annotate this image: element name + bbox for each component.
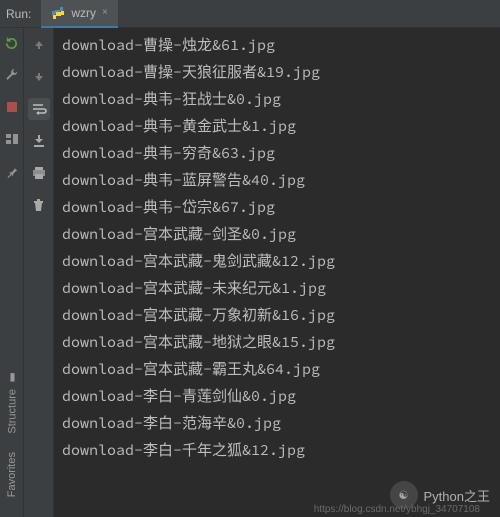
console-line: download-宫本武藏-鬼剑武藏&12.jpg <box>62 248 500 275</box>
run-tab-wzry[interactable]: wzry × <box>41 0 118 28</box>
favorites-tab[interactable]: Favorites <box>4 444 20 505</box>
structure-icon: ▮ <box>6 372 19 385</box>
structure-tab-label: Structure <box>6 389 18 434</box>
rerun-icon[interactable] <box>3 34 21 52</box>
console-line: download-典韦-黄金武士&1.jpg <box>62 113 500 140</box>
run-label: Run: <box>6 7 31 21</box>
side-tabs: Structure ▮ Favorites <box>0 364 24 505</box>
pin-icon[interactable] <box>3 162 21 180</box>
favorites-tab-label: Favorites <box>6 452 18 497</box>
close-icon[interactable]: × <box>102 7 108 18</box>
console-line: download-曹操-烛龙&61.jpg <box>62 32 500 59</box>
console-line: download-宫本武藏-未来纪元&1.jpg <box>62 275 500 302</box>
console-line: download-李白-千年之狐&12.jpg <box>62 437 500 464</box>
console-line: download-李白-范海辛&0.jpg <box>62 410 500 437</box>
stop-icon[interactable] <box>3 98 21 116</box>
print-icon[interactable] <box>28 162 50 184</box>
trash-icon[interactable] <box>28 194 50 216</box>
console-line: download-曹操-天狼征服者&19.jpg <box>62 59 500 86</box>
console-line: download-宫本武藏-地狱之眼&15.jpg <box>62 329 500 356</box>
console-line: download-宫本武藏-万象初新&16.jpg <box>62 302 500 329</box>
console-line: download-李白-青莲剑仙&0.jpg <box>62 383 500 410</box>
console-output[interactable]: download-曹操-烛龙&61.jpgdownload-曹操-天狼征服者&1… <box>54 28 500 517</box>
soft-wrap-icon[interactable] <box>28 98 50 120</box>
console-line: download-典韦-岱宗&67.jpg <box>62 194 500 221</box>
console-line: download-宫本武藏-霸王丸&64.jpg <box>62 356 500 383</box>
watermark-text: Python之王 <box>424 486 490 505</box>
body-area: Structure ▮ Favorites download-曹操-烛龙&61.… <box>0 28 500 517</box>
down-icon[interactable] <box>28 66 50 88</box>
layout-icon[interactable] <box>3 130 21 148</box>
scroll-to-end-icon[interactable] <box>28 130 50 152</box>
run-tab-bar: Run: wzry × <box>0 0 500 28</box>
python-file-icon <box>51 6 65 20</box>
up-icon[interactable] <box>28 34 50 56</box>
console-line: download-典韦-狂战士&0.jpg <box>62 86 500 113</box>
wrench-icon[interactable] <box>3 66 21 84</box>
console-line: download-典韦-蓝屏警告&40.jpg <box>62 167 500 194</box>
structure-tab[interactable]: Structure ▮ <box>4 364 21 442</box>
tab-label: wzry <box>71 6 96 20</box>
watermark-url: https://blog.csdn.net/ybhgj_34707108 <box>314 504 480 515</box>
console-toolbar <box>24 28 54 517</box>
left-tool-strip: Structure ▮ Favorites <box>0 28 24 517</box>
console-line: download-宫本武藏-剑圣&0.jpg <box>62 221 500 248</box>
console-line: download-典韦-穷奇&63.jpg <box>62 140 500 167</box>
